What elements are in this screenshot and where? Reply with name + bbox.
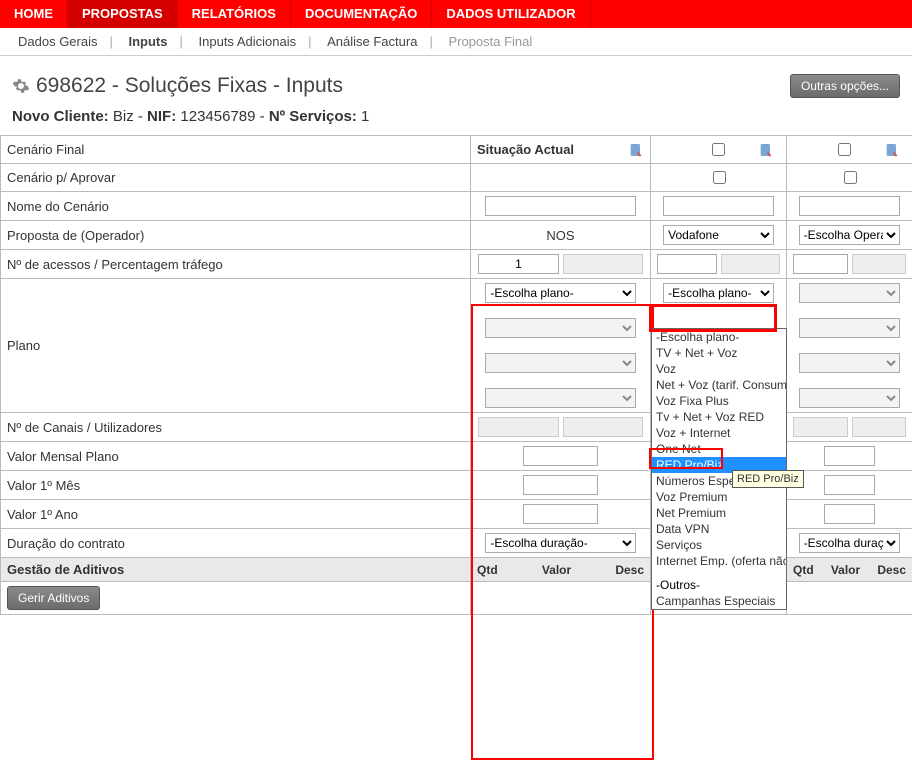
dropdown-option[interactable]: Voz [652,361,786,377]
row-valor-mensal: Valor Mensal Plano [1,442,471,471]
scenario-checkbox-3[interactable] [838,143,851,156]
canais-3b[interactable] [852,417,906,437]
trafego-input-2[interactable] [721,254,780,274]
row-n-canais: Nº de Canais / Utilizadores [1,413,471,442]
approve-checkbox-3[interactable] [844,171,857,184]
row-cenario-final: Cenário Final [1,136,471,164]
acessos-input-1[interactable] [478,254,558,274]
subnav-analise-factura[interactable]: Análise Factura [321,34,423,49]
subnav-proposta-final: Proposta Final [442,34,538,49]
operador-select-3[interactable]: -Escolha Operador- [799,225,901,245]
nav-home[interactable]: HOME [0,0,68,28]
acessos-input-3[interactable] [793,254,847,274]
valor-1mes-3[interactable] [824,475,875,495]
plano-sub-1c[interactable] [485,388,635,408]
client-info: Novo Cliente: Biz - NIF: 123456789 - Nº … [0,104,912,135]
duracao-select-3[interactable]: -Escolha duração- [799,533,901,553]
dropdown-option[interactable]: TV + Net + Voz [652,345,786,361]
dropdown-option[interactable]: Voz Premium [652,489,786,505]
gear-icon [12,77,30,95]
nav-relatorios[interactable]: RELATÓRIOS [178,0,291,28]
valor-1ano-3[interactable] [824,504,875,524]
report-icon[interactable] [884,142,900,158]
nome-cenario-input-2[interactable] [663,196,774,216]
dropdown-option[interactable]: Campanhas Especiais [652,593,786,609]
plano-select-2[interactable]: -Escolha plano- [663,283,774,303]
duracao-select-1[interactable]: -Escolha duração- [485,533,635,553]
tooltip: RED Pro/Biz [732,470,804,488]
row-nome-cenario: Nome do Cenário [1,192,471,221]
dropdown-option[interactable]: Net + Voz (tarif. Consumo) [652,377,786,393]
row-valor-1mes: Valor 1º Mês [1,471,471,500]
scenario-checkbox-2[interactable] [712,143,725,156]
canais-1b[interactable] [563,417,643,437]
other-options-button[interactable]: Outras opções... [790,74,900,98]
row-valor-1ano: Valor 1º Ano [1,500,471,529]
nav-propostas[interactable]: PROPOSTAS [68,0,178,28]
report-icon[interactable] [758,142,774,158]
approve-checkbox-2[interactable] [713,171,726,184]
canais-3a[interactable] [793,417,847,437]
dropdown-option[interactable]: Tv + Net + Voz RED [652,409,786,425]
valor-1ano-1[interactable] [523,504,598,524]
dropdown-option[interactable]: Data VPN [652,521,786,537]
nav-dados-utilizador[interactable]: DADOS UTILIZADOR [432,0,590,28]
valor-mensal-1[interactable] [523,446,598,466]
subnav-inputs-adicionais[interactable]: Inputs Adicionais [193,34,303,49]
nome-cenario-input-3[interactable] [799,196,901,216]
plano-select-1[interactable]: -Escolha plano- [485,283,635,303]
plano-sub-1b[interactable] [485,353,635,373]
row-plano: Plano [1,279,471,413]
row-gerir-aditivos: Gerir Aditivos [1,582,471,615]
plano-sub-1a[interactable] [485,318,635,338]
dropdown-option[interactable]: One Net [652,441,786,457]
row-duracao: Duração do contrato [1,529,471,558]
valor-1mes-1[interactable] [523,475,598,495]
nome-cenario-input-1[interactable] [485,196,635,216]
plano-sub-3b [799,353,901,373]
dropdown-option[interactable]: Voz Fixa Plus [652,393,786,409]
dropdown-option[interactable]: Voz + Internet [652,425,786,441]
valor-mensal-3[interactable] [824,446,875,466]
dropdown-option[interactable]: Serviços [652,537,786,553]
page-title-text: 698622 - Soluções Fixas - Inputs [36,74,343,98]
report-icon[interactable] [628,142,644,158]
operador-1: NOS [471,221,651,250]
dropdown-group: -Outros- [652,577,786,593]
trafego-input-3[interactable] [852,254,906,274]
row-cenario-aprovar: Cenário p/ Aprovar [1,164,471,192]
plano-sub-3a [799,318,901,338]
row-proposta-operador: Proposta de (Operador) [1,221,471,250]
row-n-acessos: Nº de acessos / Percentagem tráfego [1,250,471,279]
plano-sub-3c [799,388,901,408]
subnav-inputs[interactable]: Inputs [123,34,174,49]
page-title: 698622 - Soluções Fixas - Inputs [12,74,343,98]
dropdown-option[interactable]: Net Premium [652,505,786,521]
dropdown-option[interactable]: -Escolha plano- [652,329,786,345]
trafego-input-1[interactable] [563,254,643,274]
plano-select-3 [799,283,901,303]
situacao-actual-label: Situação Actual [477,142,574,157]
dropdown-option[interactable]: Internet Emp. (oferta não [652,553,786,569]
row-gestao-aditivos: Gestão de Aditivos [1,558,471,582]
subnav-dados-gerais[interactable]: Dados Gerais [12,34,103,49]
acessos-input-2[interactable] [657,254,716,274]
breadcrumb: Dados Gerais| Inputs| Inputs Adicionais|… [0,28,912,56]
canais-1a[interactable] [478,417,558,437]
gerir-aditivos-button[interactable]: Gerir Aditivos [7,586,100,610]
nav-documentacao[interactable]: DOCUMENTAÇÃO [291,0,432,28]
operador-select-2[interactable]: Vodafone [663,225,774,245]
plano-dropdown-list[interactable]: -Escolha plano-TV + Net + VozVozNet + Vo… [651,328,787,610]
